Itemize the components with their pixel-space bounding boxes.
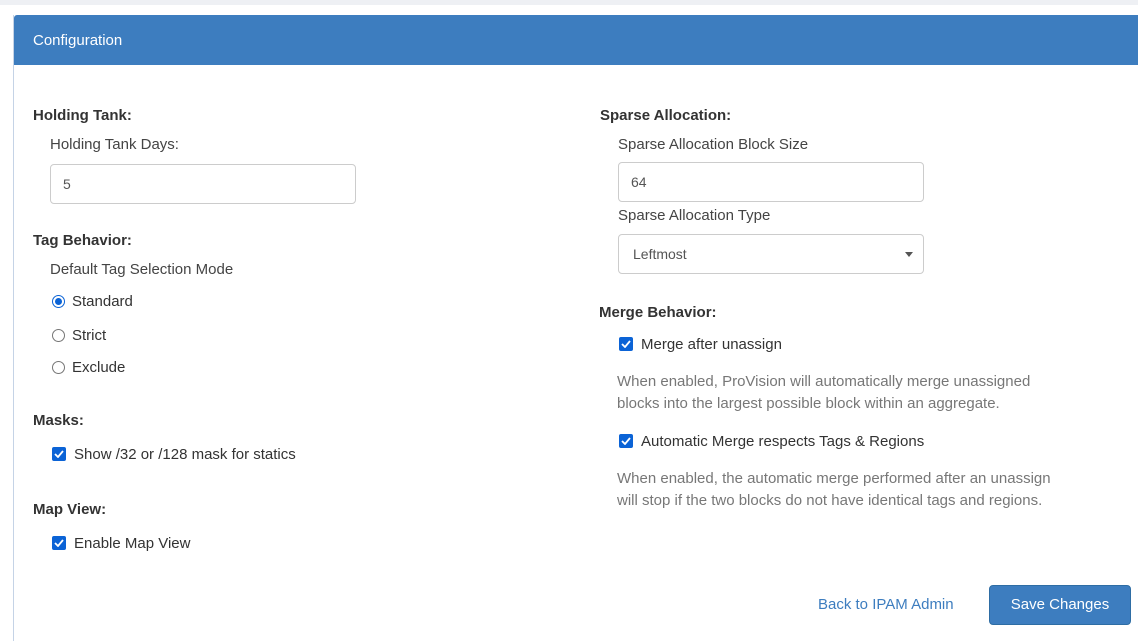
- allocation-type-select[interactable]: Leftmost: [618, 234, 924, 274]
- panel-title: Configuration: [33, 32, 123, 49]
- enable-map-view-label: Enable Map View: [74, 534, 191, 552]
- radio-selected-icon[interactable]: [52, 294, 65, 308]
- show-mask-checkbox-row[interactable]: Show /32 or /128 mask for statics: [52, 444, 296, 464]
- panel-header: Configuration: [14, 15, 1138, 65]
- merge-after-unassign-checkbox-row[interactable]: Merge after unassign: [619, 334, 782, 354]
- back-to-ipam-admin-link[interactable]: Back to IPAM Admin: [818, 596, 954, 613]
- caret-down-icon: [905, 252, 913, 257]
- show-mask-label: Show /32 or /128 mask for statics: [74, 445, 296, 463]
- auto-merge-tags-label: Automatic Merge respects Tags & Regions: [641, 432, 925, 450]
- allocation-type-value: Leftmost: [633, 246, 687, 262]
- holding-tank-heading: Holding Tank:: [33, 107, 132, 124]
- radio-exclude[interactable]: Exclude: [52, 357, 125, 377]
- holding-tank-days-input[interactable]: [50, 164, 356, 204]
- radio-strict[interactable]: Strict: [52, 325, 106, 345]
- auto-merge-tags-checkbox-row[interactable]: Automatic Merge respects Tags & Regions: [619, 431, 924, 451]
- page: Configuration Holding Tank: Holding Tank…: [0, 0, 1138, 641]
- sparse-allocation-heading: Sparse Allocation:: [600, 107, 732, 124]
- save-changes-button[interactable]: Save Changes: [989, 585, 1131, 625]
- radio-unselected-icon[interactable]: [52, 328, 65, 342]
- radio-strict-label: Strict: [72, 326, 107, 344]
- checkbox-checked-icon[interactable]: [619, 434, 633, 448]
- tag-selection-mode-label: Default Tag Selection Mode: [50, 261, 234, 278]
- enable-map-view-checkbox-row[interactable]: Enable Map View: [52, 533, 190, 553]
- merge-after-unassign-help: When enabled, ProVision will automatical…: [617, 371, 1030, 415]
- radio-unselected-icon[interactable]: [52, 360, 65, 374]
- block-size-input[interactable]: [618, 162, 924, 202]
- top-strip: [0, 0, 1138, 5]
- merge-after-unassign-label: Merge after unassign: [641, 335, 782, 353]
- checkbox-checked-icon[interactable]: [52, 536, 66, 550]
- auto-merge-tags-help-line-1: When enabled, the automatic merge perfor…: [617, 470, 1051, 487]
- checkbox-checked-icon[interactable]: [52, 447, 66, 461]
- map-view-heading: Map View:: [33, 501, 107, 518]
- block-size-label: Sparse Allocation Block Size: [618, 136, 809, 153]
- masks-heading: Masks:: [33, 412, 84, 429]
- merge-after-unassign-help-line-1: When enabled, ProVision will automatical…: [617, 373, 1031, 390]
- radio-standard-label: Standard: [72, 292, 133, 310]
- holding-tank-days-label: Holding Tank Days:: [50, 136, 179, 153]
- checkbox-checked-icon[interactable]: [619, 337, 633, 351]
- auto-merge-tags-help-line-2: will stop if the two blocks do not have …: [617, 492, 1043, 509]
- configuration-panel: Configuration Holding Tank: Holding Tank…: [13, 15, 1138, 641]
- radio-standard[interactable]: Standard: [52, 291, 133, 311]
- merge-after-unassign-help-line-2: blocks into the largest possible block w…: [617, 395, 1000, 412]
- allocation-type-label: Sparse Allocation Type: [618, 207, 771, 224]
- tag-behavior-heading: Tag Behavior:: [33, 232, 132, 249]
- radio-exclude-label: Exclude: [72, 358, 126, 376]
- auto-merge-tags-help: When enabled, the automatic merge perfor…: [617, 468, 1051, 512]
- merge-behavior-heading: Merge Behavior:: [599, 304, 717, 321]
